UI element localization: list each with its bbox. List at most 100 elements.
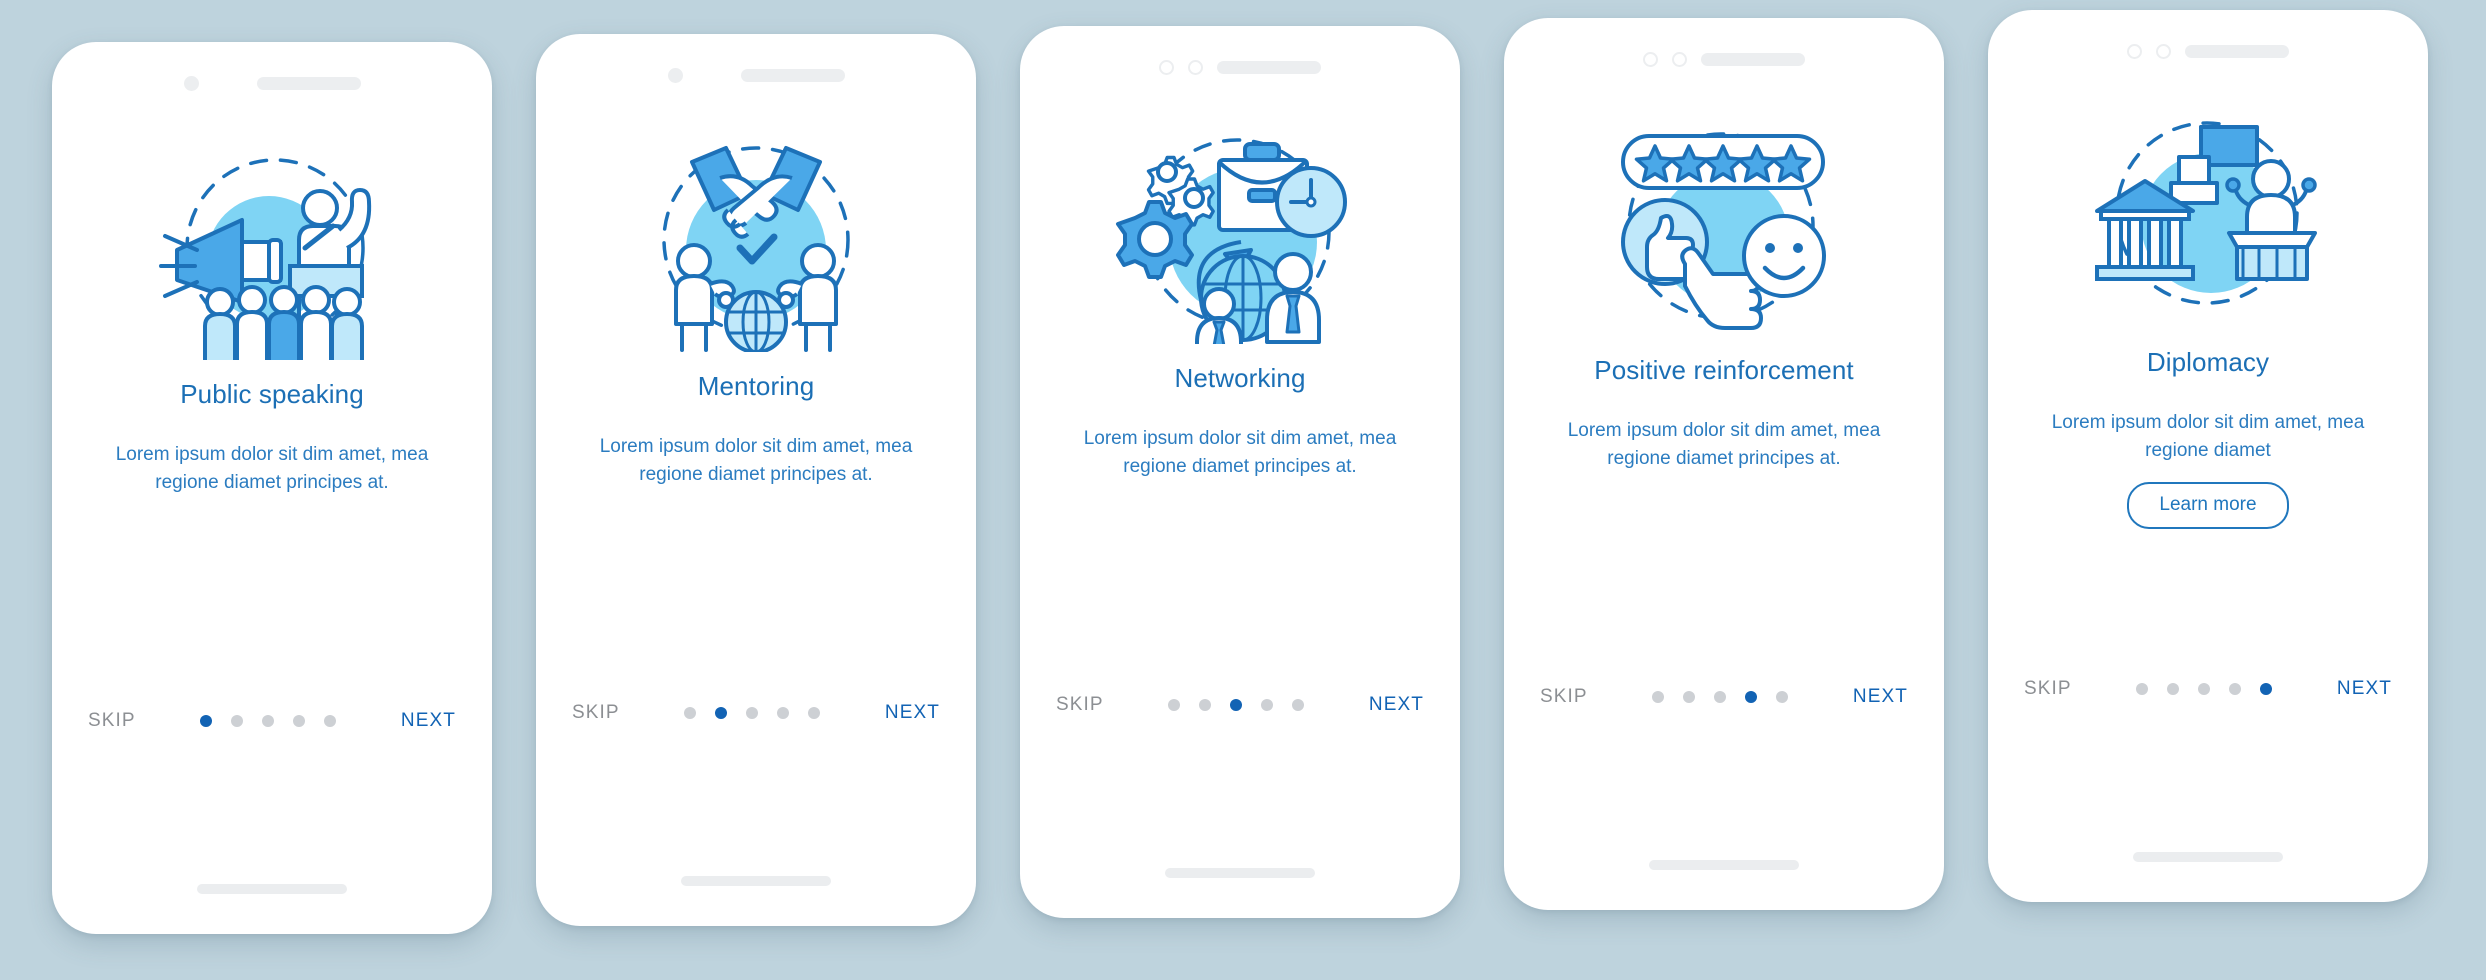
speaker-pill-icon <box>1701 52 1805 66</box>
onboarding-nav: SKIP NEXT <box>88 710 456 732</box>
public-speaking-icon <box>159 158 372 360</box>
pagination-dot-2[interactable] <box>231 715 244 727</box>
illustration-networking <box>1020 104 1460 354</box>
status-bar <box>1504 48 1944 70</box>
onboarding-screens-stage: Public speaking Lorem ipsum dolor sit di… <box>0 0 2486 980</box>
pagination-dot-4[interactable] <box>1745 691 1758 703</box>
diplomacy-icon <box>2095 120 2317 305</box>
screen-title: Public speaking <box>180 379 364 409</box>
pagination-dot-1[interactable] <box>1652 691 1665 703</box>
pagination-dot-2[interactable] <box>2167 683 2180 695</box>
skip-button[interactable]: SKIP <box>1056 694 1104 716</box>
camera-dot-icon <box>667 67 683 83</box>
home-indicator[interactable] <box>1165 868 1315 878</box>
screen-title: Networking <box>1174 363 1306 393</box>
illustration-diplomacy <box>1988 88 2428 338</box>
screen-title: Positive reinforcement <box>1594 355 1854 385</box>
next-button[interactable]: NEXT <box>401 710 456 732</box>
networking-icon <box>1116 138 1347 344</box>
pagination-dot-5[interactable] <box>324 715 337 727</box>
pagination-dot-4[interactable] <box>777 707 790 719</box>
screen-content: Mentoring Lorem ipsum dolor sit dim amet… <box>560 370 952 488</box>
phone-screen-positive-reinforcement: Positive reinforcement Lorem ipsum dolor… <box>1504 18 1944 910</box>
speaker-pill-icon <box>2185 44 2289 58</box>
pagination-dot-4[interactable] <box>293 715 306 727</box>
speaker-pill-icon <box>740 68 845 82</box>
phone-screen-public-speaking: Public speaking Lorem ipsum dolor sit di… <box>52 42 492 934</box>
pagination-dot-5[interactable] <box>2260 683 2273 695</box>
speaker-pill-icon <box>256 76 361 90</box>
pagination-dot-1[interactable] <box>1168 699 1181 711</box>
skip-button[interactable]: SKIP <box>1540 686 1588 708</box>
illustration-mentoring <box>536 112 976 362</box>
screen-description: Lorem ipsum dolor sit dim amet, mea regi… <box>1567 420 1881 469</box>
screen-content: Diplomacy Lorem ipsum dolor sit dim amet… <box>2012 346 2404 530</box>
next-button[interactable]: NEXT <box>885 702 940 724</box>
skip-button[interactable]: SKIP <box>88 710 136 732</box>
pagination-dots <box>1168 699 1305 711</box>
pagination-dots <box>2136 683 2273 695</box>
pagination-dots <box>684 707 821 719</box>
camera-ring-icon <box>1159 59 1174 75</box>
screen-content: Networking Lorem ipsum dolor sit dim ame… <box>1044 362 1436 480</box>
screen-description: Lorem ipsum dolor sit dim amet, mea regi… <box>2051 412 2365 461</box>
pagination-dot-3[interactable] <box>1230 699 1243 711</box>
phone-screen-networking: Networking Lorem ipsum dolor sit dim ame… <box>1020 26 1460 918</box>
status-bar <box>52 72 492 94</box>
camera-ring-icon <box>2127 43 2142 59</box>
skip-button[interactable]: SKIP <box>572 702 620 724</box>
onboarding-nav: SKIP NEXT <box>1056 694 1424 716</box>
pagination-dots <box>200 715 337 727</box>
sensor-ring-icon <box>2156 43 2171 59</box>
positive-reinforcement-icon <box>1621 132 1826 330</box>
camera-ring-icon <box>1643 51 1658 67</box>
onboarding-nav: SKIP NEXT <box>572 702 940 724</box>
next-button[interactable]: NEXT <box>1369 694 1424 716</box>
screen-content: Public speaking Lorem ipsum dolor sit di… <box>76 378 468 496</box>
pagination-dot-1[interactable] <box>2136 683 2149 695</box>
home-indicator[interactable] <box>1649 860 1799 870</box>
screen-title: Diplomacy <box>2146 347 2270 377</box>
sensor-ring-icon <box>1188 59 1203 75</box>
home-indicator[interactable] <box>2133 852 2283 862</box>
pagination-dot-3[interactable] <box>1714 691 1727 703</box>
next-button[interactable]: NEXT <box>1853 686 1908 708</box>
screen-description: Lorem ipsum dolor sit dim amet, mea regi… <box>1083 428 1397 477</box>
screen-description: Lorem ipsum dolor sit dim amet, mea regi… <box>115 444 429 493</box>
speaker-pill-icon <box>1217 60 1321 74</box>
pagination-dot-1[interactable] <box>684 707 697 719</box>
pagination-dot-1[interactable] <box>200 715 213 727</box>
illustration-public-speaking <box>52 120 492 370</box>
home-indicator[interactable] <box>197 884 347 894</box>
mentoring-icon <box>662 146 850 352</box>
screen-title: Mentoring <box>697 371 815 401</box>
status-bar <box>1020 56 1460 78</box>
screen-content: Positive reinforcement Lorem ipsum dolor… <box>1528 354 1920 472</box>
camera-dot-icon <box>183 75 199 91</box>
pagination-dot-3[interactable] <box>746 707 759 719</box>
skip-button[interactable]: SKIP <box>2024 678 2072 700</box>
status-bar <box>1988 40 2428 62</box>
pagination-dot-3[interactable] <box>262 715 275 727</box>
learn-more-button[interactable]: Learn more <box>2127 482 2289 530</box>
phone-screen-diplomacy: Diplomacy Lorem ipsum dolor sit dim amet… <box>1988 10 2428 902</box>
pagination-dot-2[interactable] <box>1683 691 1696 703</box>
home-indicator[interactable] <box>681 876 831 886</box>
onboarding-nav: SKIP NEXT <box>1540 686 1908 708</box>
pagination-dot-4[interactable] <box>2229 683 2242 695</box>
status-bar <box>536 64 976 86</box>
phone-screen-mentoring: Mentoring Lorem ipsum dolor sit dim amet… <box>536 34 976 926</box>
pagination-dot-5[interactable] <box>1776 691 1789 703</box>
pagination-dot-2[interactable] <box>715 707 728 719</box>
sensor-ring-icon <box>1672 51 1687 67</box>
pagination-dot-4[interactable] <box>1261 699 1274 711</box>
screen-description: Lorem ipsum dolor sit dim amet, mea regi… <box>599 436 913 485</box>
pagination-dot-5[interactable] <box>1292 699 1305 711</box>
pagination-dot-2[interactable] <box>1199 699 1212 711</box>
illustration-positive-reinforcement <box>1504 96 1944 346</box>
next-button[interactable]: NEXT <box>2337 678 2392 700</box>
pagination-dots <box>1652 691 1789 703</box>
onboarding-nav: SKIP NEXT <box>2024 678 2392 700</box>
pagination-dot-3[interactable] <box>2198 683 2211 695</box>
pagination-dot-5[interactable] <box>808 707 821 719</box>
